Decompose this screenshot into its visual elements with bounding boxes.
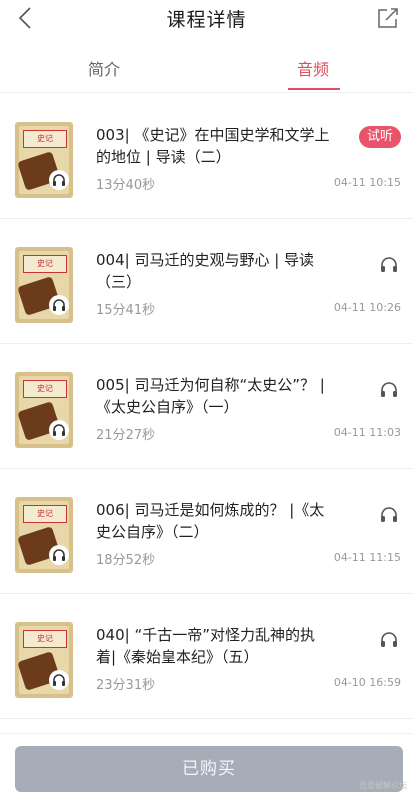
headphone-icon (53, 674, 65, 686)
tab-intro[interactable]: 简介 (88, 56, 120, 80)
item-duration: 23分31秒 (96, 678, 156, 693)
headphone-icon (53, 299, 65, 311)
headphone-icon (53, 549, 65, 561)
item-title: 040| “千古一帝”对怪力乱神的执着|《秦始皇本纪》（五） (96, 626, 315, 666)
item-title: 004| 司马迁的史观与野心 | 导读（三） (96, 251, 315, 291)
item-date: 04-10 16:59 (333, 676, 401, 689)
item-title: 006| 司马迁是如何炼成的？ |《太史公自序》（二） (96, 501, 325, 541)
item-duration: 18分52秒 (96, 553, 156, 568)
item-duration: 21分27秒 (96, 428, 156, 443)
list-item[interactable]: 史记 003| 《史记》在中国史学和文学上的地位 | 导读（二） 13分40秒 … (0, 94, 413, 219)
audio-list: 史记 003| 《史记》在中国史学和文学上的地位 | 导读（二） 13分40秒 … (0, 94, 413, 719)
item-date: 04-11 10:15 (333, 176, 401, 189)
headphone-icon[interactable] (379, 505, 399, 525)
cover-label: 史记 (23, 380, 67, 398)
list-item[interactable]: 史记 040| “千古一帝”对怪力乱神的执着|《秦始皇本纪》（五） 23分31秒… (0, 594, 413, 719)
cover-label: 史记 (23, 630, 67, 648)
active-tab-indicator (288, 88, 340, 90)
share-button[interactable] (375, 5, 401, 31)
page-title: 课程详情 (166, 9, 247, 31)
tab-bar: 简介 音频 (0, 48, 413, 93)
list-item[interactable]: 史记 004| 司马迁的史观与野心 | 导读（三） 15分41秒 04-11 1… (0, 219, 413, 344)
cover-label: 史记 (23, 255, 67, 273)
course-cover: 史记 (15, 122, 73, 198)
headphone-icon[interactable] (379, 380, 399, 400)
course-cover: 史记 (15, 497, 73, 573)
headphone-icon (53, 424, 65, 436)
course-cover: 史记 (15, 247, 73, 323)
purchased-button[interactable]: 已购买 (15, 746, 403, 792)
cover-label: 史记 (23, 130, 67, 148)
list-item[interactable]: 史记 005| 司马迁为何自称“太史公”？ | 《太史公自序》（一） 21分27… (0, 344, 413, 469)
item-title: 005| 司马迁为何自称“太史公”？ | 《太史公自序》（一） (96, 376, 325, 416)
headphone-icon[interactable] (379, 630, 399, 650)
cover-label: 史记 (23, 505, 67, 523)
item-duration: 13分40秒 (96, 178, 156, 193)
course-cover: 史记 (15, 372, 73, 448)
item-date: 04-11 11:15 (333, 551, 401, 564)
headphone-icon[interactable] (379, 255, 399, 275)
watermark: 吾爱破解论坛 (359, 781, 407, 790)
footer-bar: 已购买 (0, 733, 413, 801)
share-icon (378, 8, 398, 28)
item-date: 04-11 10:26 (333, 301, 401, 314)
header-bar: 课程详情 (0, 0, 413, 36)
course-cover: 史记 (15, 622, 73, 698)
tab-audio[interactable]: 音频 (297, 56, 329, 80)
headphone-icon (53, 174, 65, 186)
trial-badge[interactable]: 试听 (359, 126, 401, 148)
item-date: 04-11 11:03 (333, 426, 401, 439)
list-item[interactable]: 史记 006| 司马迁是如何炼成的？ |《太史公自序》（二） 18分52秒 04… (0, 469, 413, 594)
item-duration: 15分41秒 (96, 303, 156, 318)
item-title: 003| 《史记》在中国史学和文学上的地位 | 导读（二） (96, 126, 330, 166)
